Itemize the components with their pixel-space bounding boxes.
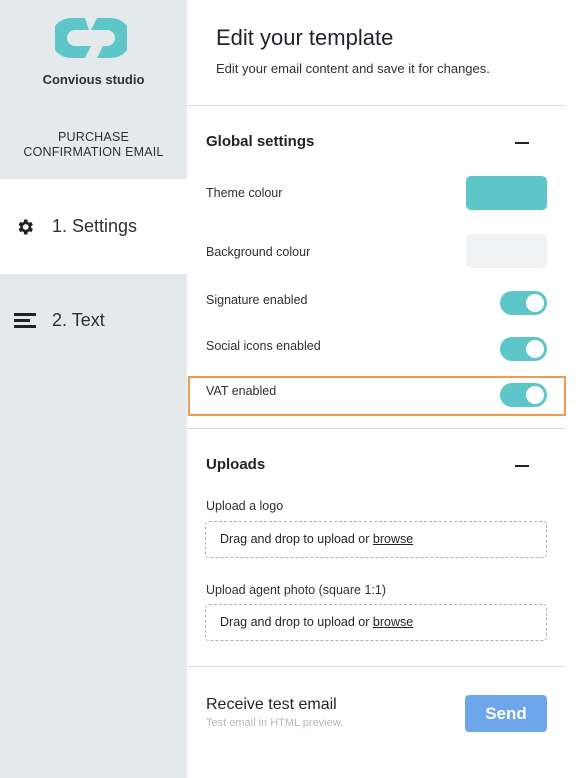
background-colour-swatch[interactable] — [466, 234, 547, 268]
gear-icon — [14, 216, 36, 238]
page-title: Edit your template — [216, 25, 394, 50]
sidebar-item-text[interactable]: 2. Text — [0, 273, 187, 368]
page-subtitle: Edit your email content and save it for … — [216, 61, 490, 76]
dropzone-text: Drag and drop to upload or — [220, 615, 373, 629]
toggle-knob — [526, 340, 544, 358]
divider — [187, 428, 565, 429]
background-colour-label: Background colour — [206, 245, 311, 259]
logo-dropzone[interactable]: Drag and drop to upload or browse — [205, 521, 547, 558]
text-lines-icon — [14, 310, 36, 332]
template-name-line2: CONFIRMATION EMAIL — [23, 145, 164, 159]
toggle-knob — [526, 294, 544, 312]
minus-icon[interactable] — [515, 465, 529, 467]
vat-toggle[interactable] — [500, 383, 547, 407]
dropzone-text: Drag and drop to upload or — [220, 532, 373, 546]
test-email-title: Receive test email — [206, 696, 337, 713]
signature-enabled-label: Signature enabled — [206, 293, 308, 307]
theme-colour-swatch[interactable] — [466, 176, 547, 210]
send-button[interactable]: Send — [465, 695, 547, 732]
sidebar-item-label: 2. Text — [52, 310, 105, 330]
social-icons-enabled-label: Social icons enabled — [206, 339, 321, 353]
browse-link[interactable]: browse — [373, 615, 413, 629]
sidebar-item-label: 1. Settings — [52, 216, 138, 236]
brand: Convious studio — [0, 0, 187, 105]
signature-toggle[interactable] — [500, 291, 547, 315]
vat-enabled-label: VAT enabled — [206, 384, 277, 398]
brand-name: Convious studio — [42, 72, 145, 87]
template-name-line1: PURCHASE — [57, 130, 130, 144]
upload-logo-label: Upload a logo — [206, 499, 284, 513]
divider — [187, 666, 565, 667]
main-panel: Edit your template Edit your email conte… — [187, 0, 588, 778]
social-icons-toggle[interactable] — [500, 337, 547, 361]
upload-agent-photo-label: Upload agent photo (square 1:1) — [206, 583, 386, 597]
browse-link[interactable]: browse — [373, 532, 413, 546]
uploads-title: Uploads — [206, 456, 266, 473]
sidebar-item-settings[interactable]: 1. Settings — [0, 179, 187, 274]
minus-icon[interactable] — [515, 142, 529, 144]
global-settings-title: Global settings — [206, 133, 315, 150]
convious-logo — [55, 18, 127, 58]
theme-colour-label: Theme colour — [206, 186, 283, 200]
test-email-subtitle: Test email in HTML preview. — [206, 717, 344, 729]
toggle-knob — [526, 386, 544, 404]
sidebar: Convious studio PURCHASE CONFIRMATION EM… — [0, 0, 187, 778]
template-name: PURCHASE CONFIRMATION EMAIL — [0, 130, 187, 160]
agent-photo-dropzone[interactable]: Drag and drop to upload or browse — [205, 604, 547, 641]
divider — [187, 105, 565, 106]
